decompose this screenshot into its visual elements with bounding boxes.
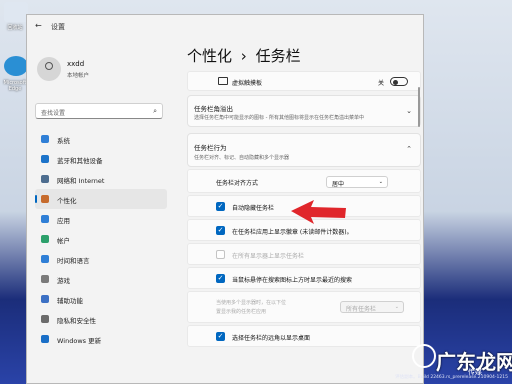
red-arrow-annotation xyxy=(291,200,346,224)
watermark-logo xyxy=(412,344,436,368)
watermark-sub: 传媒 xyxy=(468,368,482,376)
red-arrow-shape xyxy=(291,200,346,224)
